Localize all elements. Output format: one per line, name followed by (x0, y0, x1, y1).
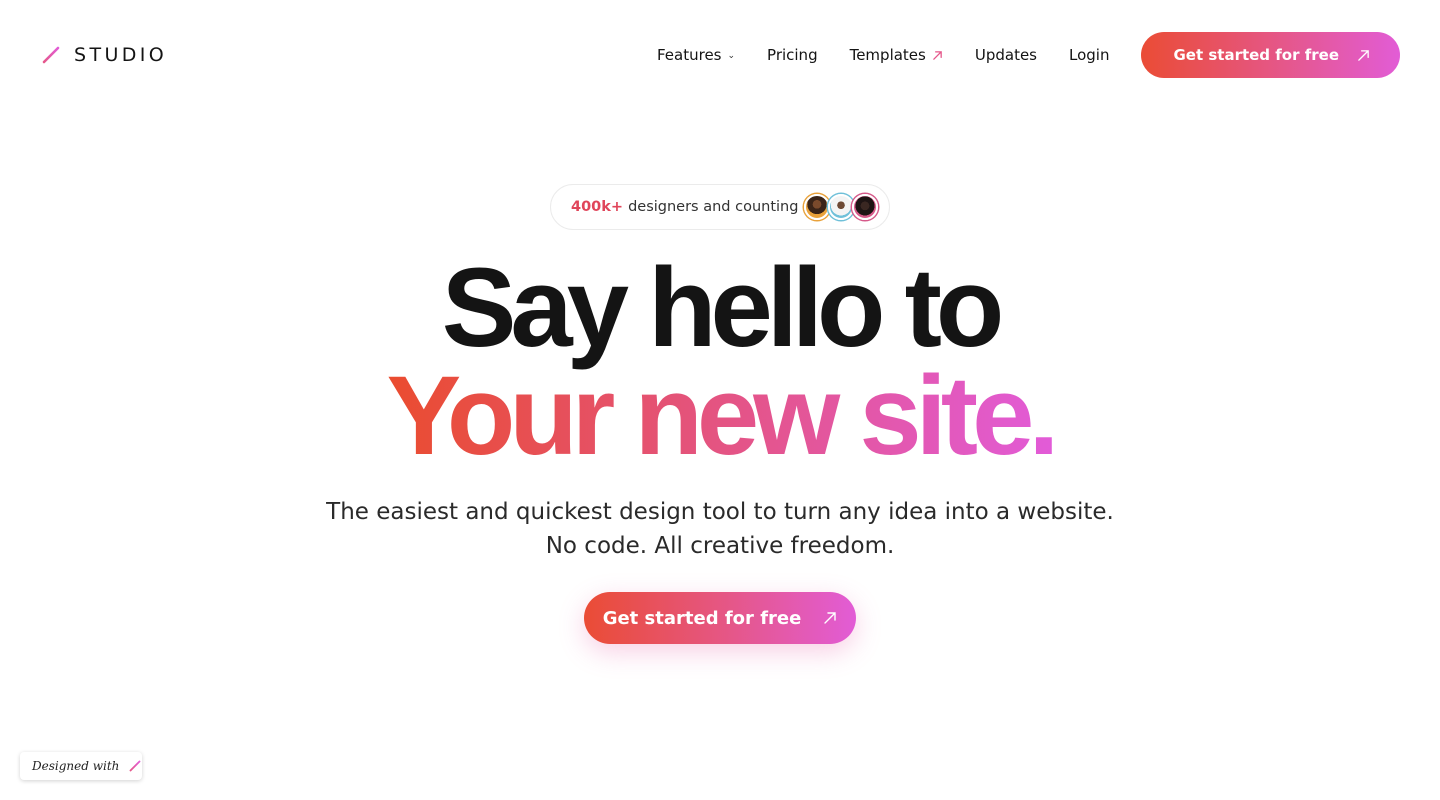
nav-item-templates[interactable]: Templates (850, 46, 943, 64)
pill-text: designers and counting (628, 199, 799, 215)
logo[interactable]: STUDIO (42, 44, 167, 66)
nav-item-features[interactable]: Features ⌄ (657, 46, 735, 64)
nav-item-label: Templates (849, 46, 926, 64)
badge-text: Designed with (32, 759, 120, 773)
brand-name: STUDIO (74, 44, 168, 66)
chevron-down-icon: ⌄ (727, 51, 736, 61)
get-started-button[interactable]: Get started for free (1141, 32, 1400, 78)
headline-line-1: Say hello to (441, 245, 1005, 370)
nav-item-label: Updates (974, 46, 1037, 64)
avatar (828, 194, 855, 220)
avatar-group (804, 194, 879, 220)
arrow-up-right-icon (1358, 49, 1369, 61)
slash-logo-icon (129, 760, 141, 772)
hero-get-started-button[interactable]: Get started for free (584, 592, 856, 644)
nav-item-updates[interactable]: Updates (975, 46, 1037, 64)
nav-item-label: Features (656, 46, 722, 64)
arrow-up-right-icon (824, 612, 837, 624)
social-proof-pill: 400k+ designers and counting (550, 184, 890, 230)
nav-item-login[interactable]: Login (1069, 46, 1109, 64)
button-label: Get started for free (602, 607, 802, 629)
subtitle-line-1: The easiest and quickest design tool to … (326, 499, 1114, 525)
designer-count: 400k+ (571, 199, 624, 215)
subtitle-line-2: No code. All creative freedom. (545, 533, 895, 559)
nav-item-label: Login (1069, 46, 1110, 64)
nav-item-label: Pricing (767, 46, 818, 64)
designed-with-badge[interactable]: Designed with (20, 752, 142, 780)
external-arrow-icon (933, 50, 942, 60)
avatar (852, 194, 879, 220)
nav-item-pricing[interactable]: Pricing (767, 46, 818, 64)
slash-logo-icon (42, 46, 60, 64)
avatar (804, 194, 831, 220)
button-label: Get started for free (1173, 46, 1339, 64)
top-nav: Features ⌄ Pricing Templates Updates Log… (657, 32, 1400, 78)
headline-gradient-text: Your new site. (386, 353, 1060, 478)
headline-line-2: Your new site. (0, 360, 1440, 472)
